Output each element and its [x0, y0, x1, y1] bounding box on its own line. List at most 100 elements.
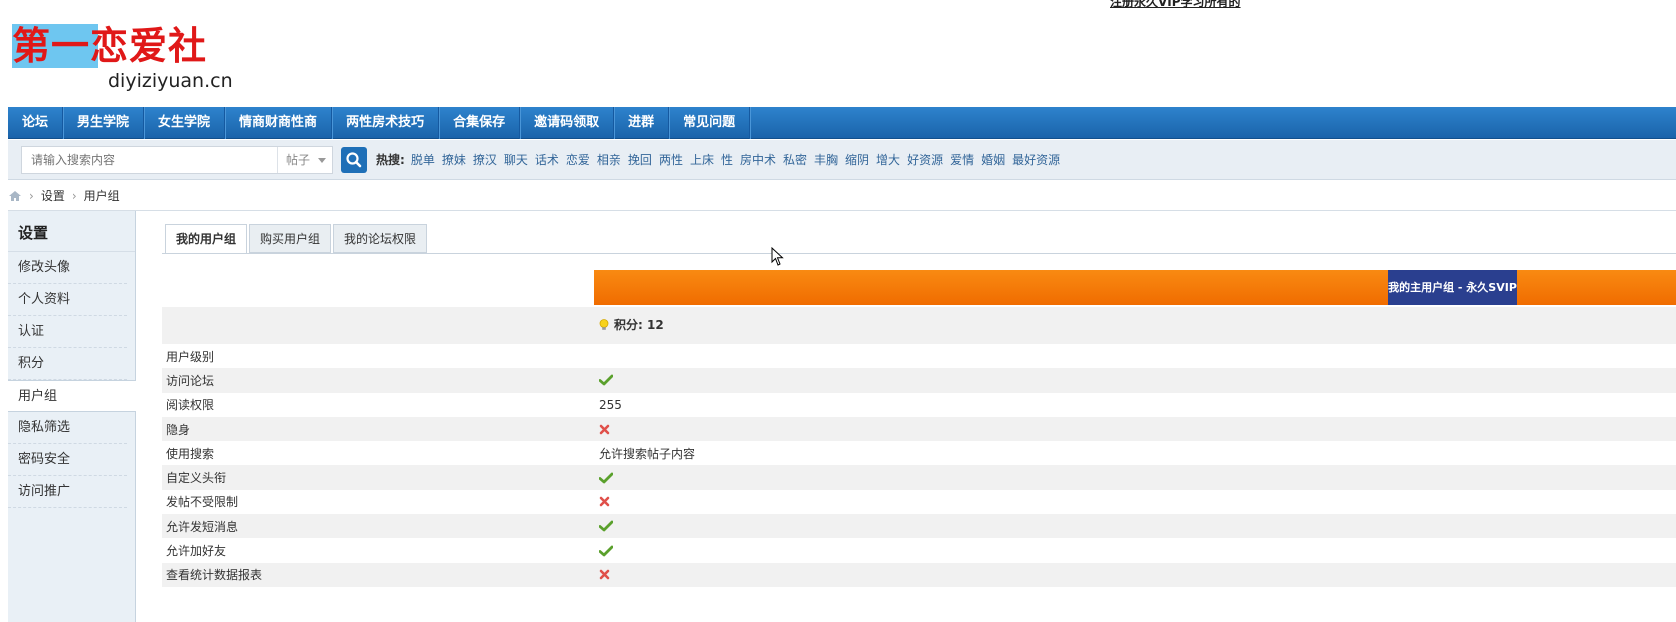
search-input[interactable]: [22, 147, 277, 173]
permissions-table: 用户级别访问论坛阅读权限 255 隐身使用搜索 允许搜索帖子内容自定义头衔发帖不受限制…: [162, 344, 1676, 587]
chevron-down-icon: [318, 158, 326, 163]
hot-word-link[interactable]: 上床: [690, 153, 714, 167]
settings-sidebar: 设置 修改头像 个人资料 认证 积分 用户组 隐私筛选 密码安全 访问推广: [8, 211, 136, 622]
hot-word-link[interactable]: 撩汉: [473, 153, 497, 167]
permission-label: 使用搜索: [166, 446, 215, 461]
points-cell: 积分: 12: [599, 307, 664, 344]
points-value: 积分: 12: [614, 318, 664, 332]
search-bar: 帖子 热搜: 脱单撩妹撩汉聊天话术恋爱相亲挽回两性上床性房中术私密丰胸缩阴增大好资…: [8, 140, 1676, 180]
nav-item-forum[interactable]: 论坛: [8, 107, 64, 139]
hot-word-link[interactable]: 私密: [783, 153, 807, 167]
hot-word-link[interactable]: 爱情: [950, 153, 974, 167]
permission-row: 访问论坛: [162, 368, 1676, 393]
permission-label: 访问论坛: [166, 373, 215, 388]
permission-row: 自定义头衔: [162, 465, 1676, 490]
permission-value: [594, 538, 613, 562]
permission-label: 自定义头衔: [166, 471, 227, 486]
permission-row: 允许发短消息: [162, 514, 1676, 539]
nav-item-faq[interactable]: 常见问题: [669, 107, 751, 139]
nav-item-collection[interactable]: 合集保存: [439, 107, 521, 139]
permission-label: 允许发短消息: [166, 519, 239, 534]
nav-item-eq[interactable]: 情商财商性商: [225, 107, 333, 139]
permission-label: 隐身: [166, 422, 191, 437]
breadcrumb-usergroup[interactable]: 用户组: [84, 186, 120, 206]
hot-word-link[interactable]: 聊天: [504, 153, 528, 167]
permission-row: 发帖不受限制: [162, 490, 1676, 514]
hot-word-link[interactable]: 最好资源: [1012, 153, 1060, 167]
hot-word-link[interactable]: 增大: [876, 153, 900, 167]
nav-item-skills[interactable]: 两性房术技巧: [332, 107, 440, 139]
hot-word-link[interactable]: 丰胸: [814, 153, 838, 167]
main-usergroup-label: 我的主用户组 - 永久SVIP: [1388, 270, 1517, 305]
hot-word-link[interactable]: 缩阴: [845, 153, 869, 167]
permission-value: 255: [599, 397, 622, 412]
permission-value: [594, 514, 613, 538]
permission-label: 阅读权限: [166, 398, 215, 413]
mouse-cursor-icon: [771, 247, 784, 266]
permission-label: 用户级别: [166, 349, 215, 364]
site-logo[interactable]: 第一恋爱社 diyiziyuan.cn: [12, 20, 234, 98]
hot-word-link[interactable]: 脱单: [411, 153, 435, 167]
hot-word-link[interactable]: 撩妹: [442, 153, 466, 167]
breadcrumb-settings[interactable]: 设置: [41, 186, 65, 206]
hot-search-label: 热搜:: [376, 153, 405, 167]
search-box: 帖子: [21, 146, 333, 174]
search-icon: [346, 152, 362, 168]
permission-row: 用户级别: [162, 344, 1676, 368]
divider: [8, 210, 1676, 211]
search-button[interactable]: [341, 147, 367, 173]
permission-value: [594, 490, 610, 514]
sidebar-item-points[interactable]: 积分: [8, 348, 127, 380]
hot-word-link[interactable]: 两性: [659, 153, 683, 167]
breadcrumb-separator: ›: [71, 189, 77, 203]
permission-label: 允许加好友: [166, 544, 227, 559]
sidebar-title: 设置: [8, 211, 135, 252]
tab-my-usergroup[interactable]: 我的用户组: [165, 224, 248, 254]
points-row: 积分: 12: [162, 307, 1676, 344]
hot-word-link[interactable]: 好资源: [907, 153, 943, 167]
hot-word-link[interactable]: 房中术: [740, 153, 776, 167]
sidebar-item-privacy[interactable]: 隐私筛选: [8, 412, 127, 444]
sidebar-item-usergroup[interactable]: 用户组: [8, 380, 136, 412]
check-icon: [599, 545, 613, 556]
sidebar-item-promotion[interactable]: 访问推广: [8, 476, 127, 508]
tabs-divider: [162, 253, 1676, 254]
cross-icon: [599, 424, 610, 434]
permission-row: 使用搜索 允许搜索帖子内容: [162, 441, 1676, 465]
check-icon: [599, 520, 613, 532]
logo-domain: diyiziyuan.cn: [108, 70, 233, 92]
hot-word-link[interactable]: 恋爱: [566, 153, 590, 167]
breadcrumb: › 设置 › 用户组: [8, 186, 120, 206]
nav-item-female-academy[interactable]: 女生学院: [144, 107, 226, 139]
logo-text: 第一恋爱社: [12, 24, 208, 68]
register-vip-link[interactable]: 注册永久VIP学习所有的: [1110, 0, 1241, 10]
usergroup-tabs: 我的用户组 购买用户组 我的论坛权限: [165, 224, 429, 254]
sidebar-item-verify[interactable]: 认证: [8, 316, 127, 348]
home-icon[interactable]: [8, 190, 22, 202]
hot-word-link[interactable]: 挽回: [628, 153, 652, 167]
permission-value: [594, 417, 610, 441]
cross-icon: [599, 570, 610, 580]
permission-row: 允许加好友: [162, 538, 1676, 562]
nav-item-invite-code[interactable]: 邀请码领取: [520, 107, 615, 139]
permission-row: 隐身: [162, 416, 1676, 442]
search-type-select[interactable]: 帖子: [277, 147, 332, 173]
tab-forum-permissions[interactable]: 我的论坛权限: [333, 224, 428, 253]
tab-buy-usergroup[interactable]: 购买用户组: [249, 224, 332, 253]
cross-icon: [599, 497, 610, 507]
check-icon: [599, 375, 613, 386]
sidebar-item-profile[interactable]: 个人资料: [8, 284, 127, 316]
nav-item-join-group[interactable]: 进群: [614, 107, 670, 139]
hot-word-link[interactable]: 相亲: [597, 153, 621, 167]
sidebar-item-avatar[interactable]: 修改头像: [8, 252, 127, 284]
permission-value: [594, 563, 610, 587]
nav-item-male-academy[interactable]: 男生学院: [63, 107, 145, 139]
breadcrumb-separator: ›: [29, 189, 34, 203]
sidebar-item-password[interactable]: 密码安全: [8, 444, 127, 476]
check-icon: [599, 472, 613, 484]
hot-word-link[interactable]: 婚姻: [981, 153, 1005, 167]
permission-value: [594, 465, 613, 489]
hot-word-link[interactable]: 性: [721, 153, 733, 167]
main-nav: 论坛 男生学院 女生学院 情商财商性商 两性房术技巧 合集保存 邀请码领取 进群…: [8, 107, 1676, 139]
hot-word-link[interactable]: 话术: [535, 153, 559, 167]
